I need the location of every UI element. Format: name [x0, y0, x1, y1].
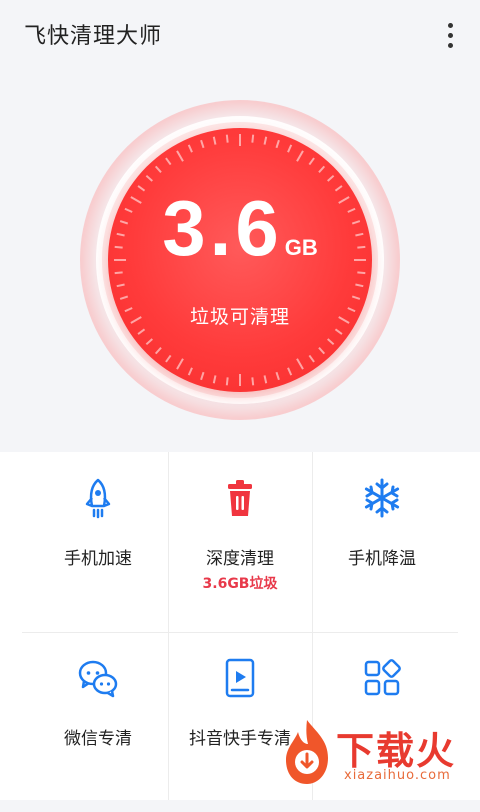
- tick-mark: [154, 347, 162, 355]
- watermark-logo: 下载火 xiazaihuo.com: [274, 714, 474, 794]
- tick-mark: [114, 271, 123, 275]
- flame-icon: [286, 720, 328, 784]
- tick-mark: [176, 150, 184, 162]
- more-menu-icon[interactable]: [438, 20, 462, 50]
- video-play-icon: [225, 658, 255, 698]
- tick-mark: [116, 283, 125, 288]
- tick-mark: [327, 174, 335, 182]
- tick-mark: [165, 157, 172, 166]
- tick-mark: [275, 371, 280, 381]
- tick-mark: [154, 165, 162, 173]
- snowflake-icon: [364, 478, 400, 518]
- tick-mark: [327, 338, 335, 346]
- trash-icon: [228, 480, 252, 516]
- feature-label: 手机降温: [348, 549, 416, 569]
- watermark-text: 下载火: [336, 729, 457, 773]
- deep-clean-junk-size: 3.6GB垃圾: [202, 576, 278, 592]
- junk-size-unit: GB: [284, 235, 318, 260]
- tick-mark: [318, 347, 326, 355]
- tick-mark: [351, 295, 361, 300]
- tick-mark: [119, 295, 129, 300]
- junk-label: 垃圾可清理: [189, 306, 290, 328]
- feature-deep-clean[interactable]: 深度清理 3.6GB垃圾: [160, 452, 320, 632]
- tick-mark: [263, 375, 268, 384]
- tick-mark: [296, 150, 304, 162]
- rocket-icon: [85, 478, 111, 519]
- tick-mark: [251, 377, 255, 386]
- tick-mark: [357, 271, 366, 275]
- tick-mark: [296, 358, 304, 370]
- tick-mark: [200, 139, 205, 149]
- tick-mark: [308, 354, 315, 363]
- tick-mark: [355, 283, 364, 288]
- wechat-icon: [78, 660, 118, 698]
- junk-size-value: 3.6: [162, 184, 283, 272]
- tick-mark: [145, 338, 153, 346]
- tick-mark: [145, 174, 153, 182]
- tick-mark: [263, 136, 268, 145]
- junk-summary: 3.6GB 垃圾可清理: [0, 70, 480, 452]
- tick-mark: [212, 136, 217, 145]
- tick-mark: [225, 377, 229, 386]
- feature-phone-boost[interactable]: 手机加速: [18, 452, 178, 632]
- tick-mark: [137, 328, 146, 335]
- tick-mark: [275, 139, 280, 149]
- tick-mark: [200, 371, 205, 381]
- apps-grid-icon: [364, 659, 401, 696]
- tick-mark: [212, 375, 217, 384]
- junk-size-display: 3.6GB: [108, 188, 372, 268]
- tick-mark: [334, 328, 343, 335]
- feature-wechat-clean[interactable]: 微信专清: [18, 632, 178, 812]
- tick-mark: [225, 134, 229, 143]
- feature-label: 深度清理: [206, 549, 274, 569]
- app-header: 飞快清理大师: [0, 0, 480, 70]
- feature-phone-cool[interactable]: 手机降温: [302, 452, 462, 632]
- tick-mark: [287, 144, 293, 153]
- tick-mark: [187, 367, 193, 376]
- tick-mark: [165, 354, 172, 363]
- tick-mark: [251, 134, 255, 143]
- tick-mark: [187, 144, 193, 153]
- app-title: 飞快清理大师: [24, 24, 163, 49]
- tick-mark: [318, 165, 326, 173]
- feature-label: 手机加速: [64, 549, 132, 569]
- tick-mark: [176, 358, 184, 370]
- feature-label: 微信专清: [64, 729, 132, 749]
- watermark-url: xiazaihuo.com: [344, 768, 451, 783]
- tick-mark: [308, 157, 315, 166]
- tick-mark: [287, 367, 293, 376]
